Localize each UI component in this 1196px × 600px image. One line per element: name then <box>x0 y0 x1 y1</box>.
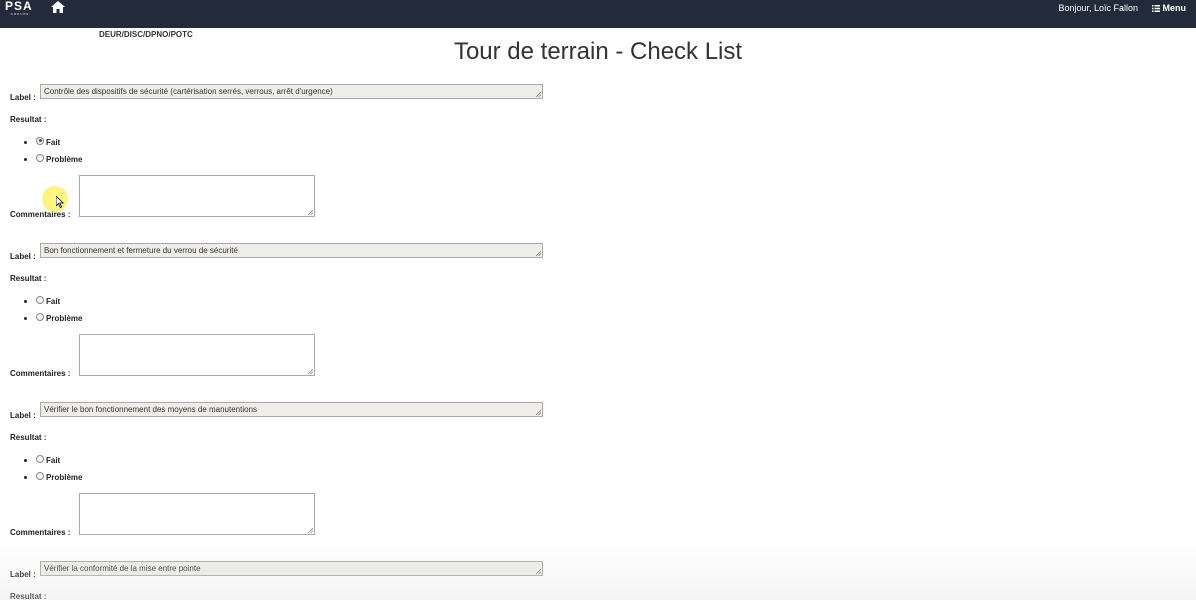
cursor-highlight <box>42 186 68 212</box>
comment-textarea[interactable] <box>79 493 315 535</box>
resultat-caption: Resultat : <box>10 274 47 283</box>
list-bullet <box>24 300 27 303</box>
radio-probleme[interactable] <box>36 153 44 162</box>
resize-grip-icon[interactable] <box>308 369 313 374</box>
resultat-caption: Resultat : <box>10 592 47 600</box>
list-bullet <box>24 158 27 161</box>
mouse-pointer-icon <box>56 196 64 208</box>
list-bullet <box>24 459 27 462</box>
comment-textarea[interactable] <box>79 175 315 217</box>
checklist-item: Label : Bon fonctionnement et fermeture … <box>10 243 570 402</box>
option-probleme[interactable]: Problème <box>24 471 83 482</box>
option-fait[interactable]: Fait <box>24 295 61 306</box>
label-value: Vérifier le bon fonctionnement des moyen… <box>44 405 258 414</box>
hamburger-icon <box>1151 4 1160 12</box>
resultat-caption: Resultat : <box>10 433 47 442</box>
checklist-item: Label : Contrôle des dispositifs de sécu… <box>10 84 570 243</box>
option-fait[interactable]: Fait <box>24 454 61 465</box>
option-probleme[interactable]: Problème <box>24 153 83 164</box>
list-bullet <box>24 141 27 144</box>
option-label: Fait <box>46 138 61 147</box>
logo-subtext: GROUPE <box>10 12 30 16</box>
checklist-item: Label : Vérifier le bon fonctionnement d… <box>10 402 570 561</box>
list-bullet <box>24 476 27 479</box>
label-field[interactable]: Bon fonctionnement et fermeture du verro… <box>40 243 543 258</box>
radio-fait[interactable] <box>36 136 44 145</box>
radio-fait[interactable] <box>36 295 44 304</box>
resize-grip-icon[interactable] <box>308 210 313 215</box>
commentaires-caption: Commentaires : <box>10 210 71 219</box>
resize-grip-icon[interactable] <box>536 410 541 415</box>
resize-grip-icon[interactable] <box>536 92 541 97</box>
option-probleme[interactable]: Problème <box>24 312 83 323</box>
label-caption: Label : <box>10 93 36 102</box>
home-icon[interactable] <box>51 1 65 13</box>
option-fait[interactable]: Fait <box>24 136 61 147</box>
option-label: Problème <box>46 314 83 323</box>
psa-logo[interactable]: PSA GROUPE <box>5 0 35 16</box>
top-navbar: PSA GROUPE Bonjour, Loïc Fallon Menu <box>0 0 1196 28</box>
label-field[interactable]: Vérifier la conformité de la mise entre … <box>40 561 543 576</box>
label-caption: Label : <box>10 252 36 261</box>
label-field[interactable]: Vérifier le bon fonctionnement des moyen… <box>40 402 543 417</box>
radio-probleme[interactable] <box>36 471 44 480</box>
menu-button[interactable]: Menu <box>1151 3 1187 13</box>
option-label: Problème <box>46 155 83 164</box>
label-value: Bon fonctionnement et fermeture du verro… <box>44 246 238 255</box>
user-greeting: Bonjour, Loïc Fallon <box>1058 3 1138 13</box>
checklist-item: Label : Vérifier la conformité de la mis… <box>10 561 570 600</box>
option-label: Problème <box>46 473 83 482</box>
radio-probleme[interactable] <box>36 312 44 321</box>
comment-textarea[interactable] <box>79 334 315 376</box>
page-title: Tour de terrain - Check List <box>453 38 743 65</box>
option-label: Fait <box>46 297 61 306</box>
label-value: Vérifier la conformité de la mise entre … <box>44 564 201 573</box>
label-value: Contrôle des dispositifs de sécurité (ca… <box>44 87 333 96</box>
resize-grip-icon[interactable] <box>308 528 313 533</box>
radio-fait[interactable] <box>36 454 44 463</box>
commentaires-caption: Commentaires : <box>10 369 71 378</box>
option-label: Fait <box>46 456 61 465</box>
menu-label: Menu <box>1162 3 1187 13</box>
label-field[interactable]: Contrôle des dispositifs de sécurité (ca… <box>40 84 543 99</box>
commentaires-caption: Commentaires : <box>10 528 71 537</box>
resize-grip-icon[interactable] <box>536 251 541 256</box>
label-caption: Label : <box>10 570 36 579</box>
list-bullet <box>24 317 27 320</box>
resize-grip-icon[interactable] <box>536 569 541 574</box>
label-caption: Label : <box>10 411 36 420</box>
resultat-caption: Resultat : <box>10 115 47 124</box>
